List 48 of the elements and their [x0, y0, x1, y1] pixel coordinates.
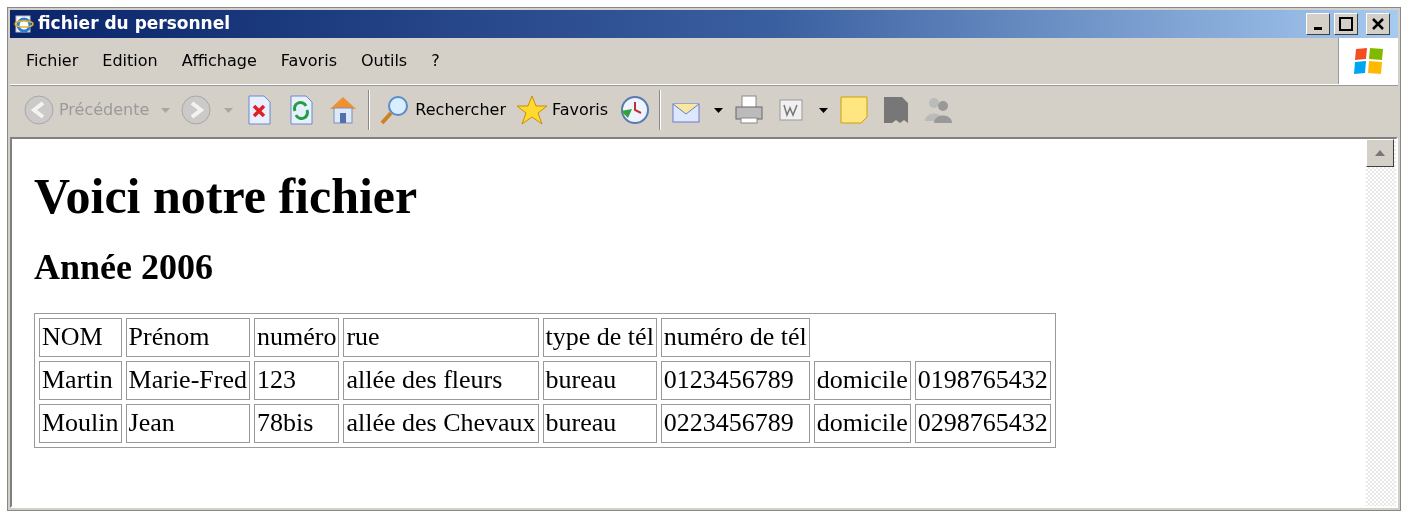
minimize-button[interactable] [1306, 12, 1330, 35]
caret-icon [224, 107, 234, 113]
table-cell: numéro de tél [660, 317, 810, 357]
table-cell: 78bis [254, 403, 340, 443]
windows-flag-icon [1351, 45, 1386, 76]
toolbar-button[interactable]: Favoris [510, 94, 614, 127]
table-cell: 0123456789 [660, 360, 810, 400]
browser-icon [14, 13, 34, 34]
table-cell: rue [343, 317, 539, 357]
table-cell: Marie-Fred [125, 360, 250, 400]
maximize-button[interactable] [1334, 12, 1358, 35]
table-cell: allée des fleurs [343, 360, 539, 400]
table-cell: bureau [542, 360, 657, 400]
caret-icon [161, 107, 171, 113]
table-cell: Moulin [39, 403, 122, 443]
table-cell: bureau [542, 403, 657, 443]
caret-icon [819, 107, 829, 113]
table-cell: NOM [39, 317, 122, 357]
table-cell: Martin [39, 360, 122, 400]
table-cell: allée des Chevaux [343, 403, 539, 443]
table-cell: Jean [125, 403, 250, 443]
toolbar-button[interactable]: Rechercher [374, 94, 511, 127]
table-cell: 0298765432 [914, 403, 1051, 443]
menu-item[interactable]: Edition [90, 48, 170, 73]
up-arrow-icon [1374, 148, 1386, 157]
page-heading: Voici notre fichier [34, 170, 419, 221]
menu-item[interactable]: Outils [348, 48, 420, 73]
table-cell: 0198765432 [914, 360, 1051, 400]
star-icon [515, 94, 548, 127]
table-cell: 0223456789 [660, 403, 810, 443]
maximize-icon [1339, 16, 1353, 31]
menu-item[interactable]: Fichier [14, 48, 91, 73]
close-icon [1371, 16, 1385, 31]
menu-item[interactable]: Favoris [268, 48, 349, 73]
window-title: fichier du personnel [38, 12, 231, 36]
table-cell: type de tél [542, 317, 657, 357]
table-cell: Prénom [125, 317, 250, 357]
table-cell: domicile [813, 360, 911, 400]
table-cell: 123 [254, 360, 340, 400]
menu-item[interactable]: Affichage [169, 48, 269, 73]
page-subheading: Année 2006 [34, 248, 214, 285]
scroll-up-button[interactable] [1366, 138, 1394, 167]
caret-icon [714, 107, 724, 113]
minimize-icon [1314, 26, 1322, 30]
table-cell: domicile [813, 403, 911, 443]
table-cell: numéro [254, 317, 340, 357]
menu-item[interactable]: ? [419, 48, 452, 73]
close-button[interactable] [1366, 12, 1390, 35]
